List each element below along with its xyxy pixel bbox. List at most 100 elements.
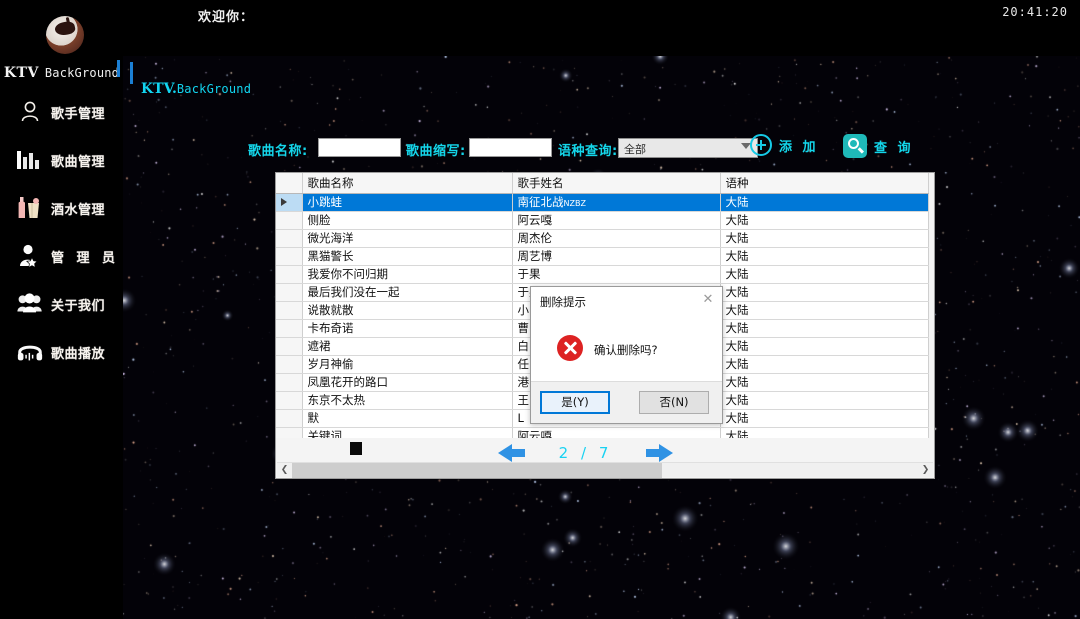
brand-suffix-text: BackGround <box>44 66 120 80</box>
row-selector-cell[interactable] <box>276 193 303 212</box>
query-button[interactable]: 查 询 <box>843 134 914 158</box>
sidebar: KTV BackGround 歌手管理 歌曲管理 酒水管理 管 理 员 关于我们… <box>0 0 123 619</box>
scroll-right-icon[interactable]: ❯ <box>918 463 933 478</box>
cell-song-name: 侧脸 <box>302 211 513 230</box>
cell-language: 大陆 <box>720 391 929 410</box>
song-name-input[interactable] <box>318 138 401 157</box>
language-query-label: 语种查询: <box>558 144 618 159</box>
yes-button[interactable]: 是(Y) <box>540 391 610 414</box>
top-bar: 欢迎你： 20:41:20 <box>0 0 1080 56</box>
row-selector-cell[interactable] <box>276 301 303 320</box>
table-row[interactable]: 微光海洋 周杰伦 大陆 <box>276 229 929 248</box>
dialog-body: 确认删除吗? <box>531 317 722 383</box>
clock-text: 20:41:20 <box>1002 5 1068 19</box>
cell-language: 大陆 <box>720 229 929 248</box>
row-selector-cell[interactable] <box>276 229 303 248</box>
row-selected-arrow-icon <box>281 198 287 206</box>
sidebar-item-song-play[interactable]: 歌曲播放 <box>0 328 123 376</box>
table-row[interactable]: 小跳蛙 南征北战NZBZ 大陆 <box>276 193 929 212</box>
previous-page-arrow[interactable] <box>498 442 532 464</box>
scrollbar-thumb[interactable] <box>292 463 662 478</box>
sidebar-item-label: 关于我们 <box>51 298 106 314</box>
scroll-left-icon[interactable]: ❮ <box>277 463 292 478</box>
sidebar-item-label: 管 理 员 <box>51 250 120 266</box>
row-selector-cell[interactable] <box>276 319 303 338</box>
total-pages: 7 <box>598 444 613 462</box>
table-row[interactable]: 侧脸 阿云嘎 大陆 <box>276 211 929 230</box>
column-header-singer-name[interactable]: 歌手姓名 <box>512 173 721 194</box>
table-footer: 2 / 7 ❮ ❯ <box>276 438 934 478</box>
sidebar-item-label: 酒水管理 <box>51 202 106 218</box>
no-button[interactable]: 否(N) <box>639 391 709 414</box>
sidebar-item-about-us[interactable]: 关于我们 <box>0 280 123 328</box>
row-selector-cell[interactable] <box>276 247 303 266</box>
app-root: 欢迎你： 20:41:20 KTV BackGround 歌手管理 歌曲管理 酒… <box>0 0 1080 619</box>
cell-singer-name: 阿云嘎 <box>512 211 721 230</box>
next-page-arrow[interactable] <box>639 442 673 464</box>
sidebar-item-singer-management[interactable]: 歌手管理 <box>0 88 123 136</box>
cell-language: 大陆 <box>720 373 929 392</box>
welcome-text: 欢迎你： <box>198 10 255 25</box>
brand-ktv-text: KTV <box>3 65 39 81</box>
current-page: 2 <box>558 444 573 462</box>
headphones-icon <box>16 338 44 366</box>
cell-language: 大陆 <box>720 337 929 356</box>
cell-singer-name: 周艺博 <box>512 247 721 266</box>
error-icon <box>557 335 583 361</box>
horizontal-scrollbar[interactable]: ❮ ❯ <box>277 462 933 478</box>
song-abbr-input[interactable] <box>469 138 552 157</box>
row-selector-cell[interactable] <box>276 391 303 410</box>
row-selector-header <box>276 173 303 194</box>
page-title: KTV.BackGround <box>141 78 251 97</box>
page-indicator: 2 / 7 <box>559 444 613 462</box>
cell-language: 大陆 <box>720 283 929 302</box>
cell-song-name: 卡布奇诺 <box>302 319 513 338</box>
column-header-language[interactable]: 语种 <box>720 173 929 194</box>
sidebar-item-label: 歌曲管理 <box>51 154 106 170</box>
column-header-song-name[interactable]: 歌曲名称 <box>302 173 513 194</box>
language-select-value: 全部 <box>624 143 646 156</box>
sidebar-item-drinks-management[interactable]: 酒水管理 <box>0 184 123 232</box>
people-icon <box>16 290 44 318</box>
dialog-footer: 是(Y) 否(N) <box>531 381 722 423</box>
bottle-icon <box>16 194 44 222</box>
table-row[interactable]: 我爱你不问归期 于果 大陆 <box>276 265 929 284</box>
page-title-sub: BackGround <box>176 82 252 96</box>
app-logo-icon <box>46 16 84 54</box>
brand-cursor-bar <box>117 60 120 77</box>
row-selector-cell[interactable] <box>276 211 303 230</box>
cell-singer-name: 南征北战NZBZ <box>512 193 721 212</box>
cell-song-name: 我爱你不问归期 <box>302 265 513 284</box>
cell-song-name: 微光海洋 <box>302 229 513 248</box>
sidebar-item-label: 歌曲播放 <box>51 346 106 362</box>
song-name-label: 歌曲名称: <box>248 144 308 159</box>
bar-chart-icon <box>16 146 44 174</box>
search-icon <box>843 134 867 158</box>
row-selector-cell[interactable] <box>276 409 303 428</box>
query-button-label: 查 询 <box>874 140 914 156</box>
add-button-label: 添 加 <box>779 139 819 155</box>
row-selector-cell[interactable] <box>276 355 303 374</box>
sidebar-item-song-management[interactable]: 歌曲管理 <box>0 136 123 184</box>
close-icon[interactable]: ✕ <box>700 292 716 308</box>
cell-singer-name: 于果 <box>512 265 721 284</box>
row-selector-cell[interactable] <box>276 337 303 356</box>
row-selector-cell[interactable] <box>276 283 303 302</box>
cell-language: 大陆 <box>720 265 929 284</box>
cell-song-name: 最后我们没在一起 <box>302 283 513 302</box>
cell-song-name: 说散就散 <box>302 301 513 320</box>
row-selector-cell[interactable] <box>276 373 303 392</box>
panel-accent-bar <box>130 62 133 84</box>
cell-language: 大陆 <box>720 247 929 266</box>
cell-language: 大陆 <box>720 355 929 374</box>
language-select[interactable]: 全部 <box>618 138 758 158</box>
cell-language: 大陆 <box>720 319 929 338</box>
row-selector-cell[interactable] <box>276 265 303 284</box>
delete-confirm-dialog: 删除提示 ✕ 确认删除吗? 是(Y) 否(N) <box>530 286 723 424</box>
page-separator: / <box>580 444 591 462</box>
cell-singer-name: 周杰伦 <box>512 229 721 248</box>
table-row[interactable]: 黑猫警长 周艺博 大陆 <box>276 247 929 266</box>
cell-song-name: 黑猫警长 <box>302 247 513 266</box>
sidebar-item-administrator[interactable]: 管 理 员 <box>0 232 123 280</box>
add-button[interactable]: 添 加 <box>750 134 819 156</box>
